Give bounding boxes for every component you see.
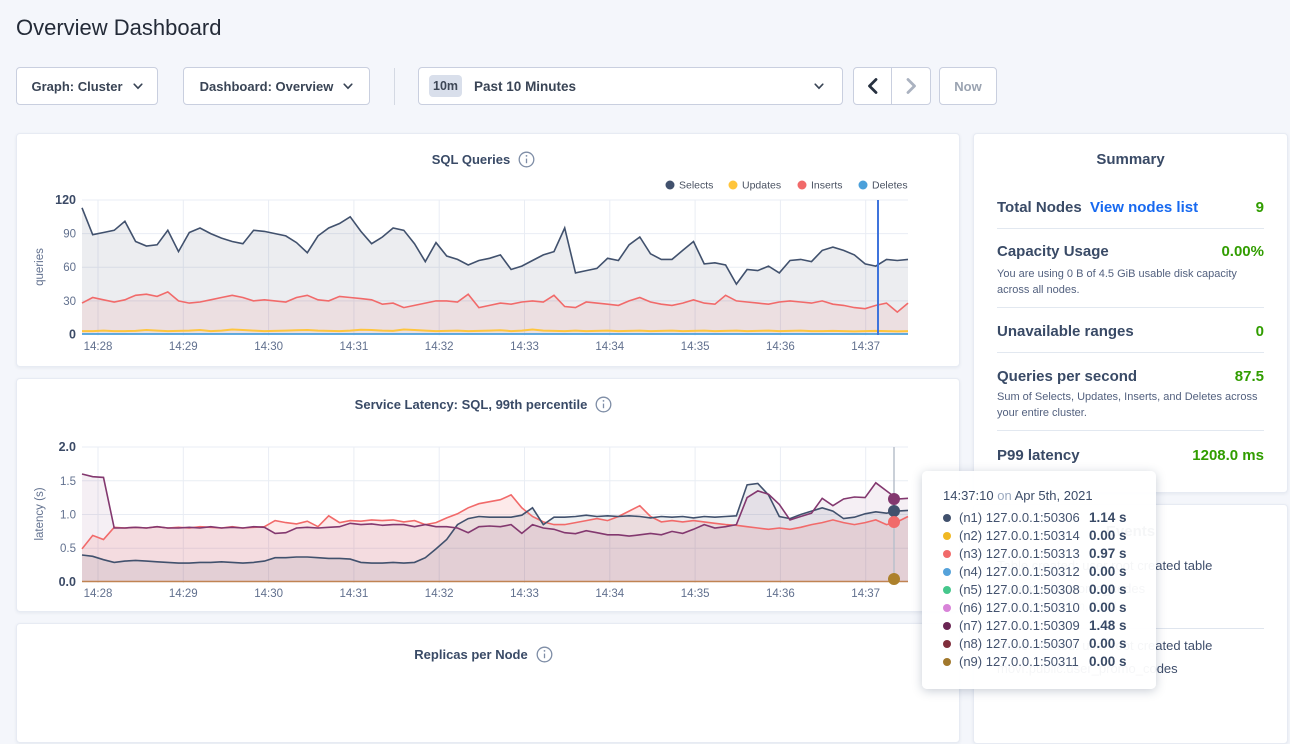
svg-text:14:31: 14:31 [340,341,369,353]
svg-text:0.0: 0.0 [59,575,76,589]
svg-text:120: 120 [55,193,76,207]
svg-text:14:32: 14:32 [425,341,454,353]
svg-text:2.0: 2.0 [59,440,76,454]
svg-text:14:34: 14:34 [595,588,624,600]
svg-text:60: 60 [63,262,76,274]
svg-text:14:30: 14:30 [254,341,283,353]
svg-text:14:37: 14:37 [851,588,880,600]
svg-text:latency (s): latency (s) [34,487,46,540]
svg-text:14:35: 14:35 [681,588,710,600]
svg-text:Inserts: Inserts [811,180,843,192]
svg-text:14:29: 14:29 [169,588,198,600]
svg-text:14:32: 14:32 [425,588,454,600]
svg-text:1.5: 1.5 [60,476,76,488]
svg-text:14:37: 14:37 [851,341,880,353]
svg-text:14:36: 14:36 [766,341,795,353]
svg-text:14:30: 14:30 [254,588,283,600]
svg-text:14:28: 14:28 [84,341,113,353]
svg-text:14:29: 14:29 [169,341,198,353]
svg-text:0: 0 [69,328,76,342]
svg-text:Selects: Selects [679,180,713,192]
svg-text:14:35: 14:35 [681,341,710,353]
svg-text:14:31: 14:31 [340,588,369,600]
svg-text:1.0: 1.0 [60,510,76,522]
svg-text:30: 30 [63,296,76,308]
svg-text:14:33: 14:33 [510,588,539,600]
svg-text:0.5: 0.5 [60,543,76,555]
svg-text:Updates: Updates [742,180,781,192]
svg-text:14:33: 14:33 [510,341,539,353]
svg-text:14:34: 14:34 [595,341,624,353]
svg-text:14:28: 14:28 [84,588,113,600]
svg-text:14:36: 14:36 [766,588,795,600]
svg-text:90: 90 [63,229,76,241]
svg-text:Deletes: Deletes [872,180,908,192]
svg-text:queries: queries [34,248,46,286]
